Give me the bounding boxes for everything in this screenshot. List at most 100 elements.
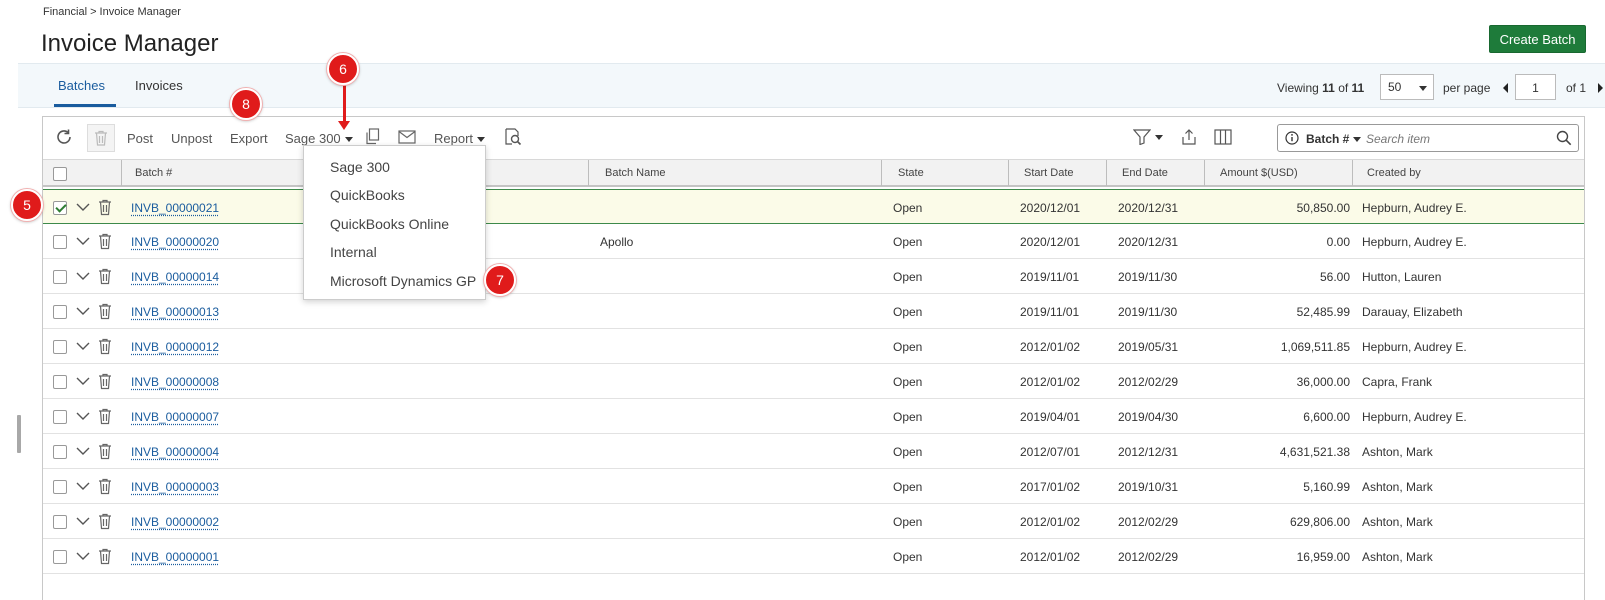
expand-row-icon[interactable] — [76, 201, 90, 215]
next-page-icon[interactable] — [1598, 83, 1603, 93]
row-checkbox[interactable] — [53, 480, 67, 494]
tab-invoices[interactable]: Invoices — [135, 78, 183, 93]
row-checkbox[interactable] — [53, 410, 67, 424]
created-by-cell: Ashton, Mark — [1362, 480, 1433, 494]
delete-row-icon[interactable] — [98, 513, 112, 533]
column-divider — [121, 160, 122, 186]
upload-icon[interactable] — [1177, 125, 1201, 149]
search-input[interactable] — [1366, 130, 1546, 147]
table-row[interactable]: INVB_00000004 Open 2012/07/01 2012/12/31 4,6… — [43, 434, 1584, 469]
table-row[interactable]: INVB_00000013 Open 2019/11/01 2019/11/30 52,… — [43, 294, 1584, 329]
delete-row-icon[interactable] — [98, 408, 112, 428]
batch-link[interactable]: INVB_00000012 — [131, 340, 219, 354]
filter-dropdown[interactable] — [1131, 125, 1165, 149]
column-header-end-date[interactable]: End Date — [1122, 167, 1168, 179]
delete-row-icon[interactable] — [98, 303, 112, 323]
expand-row-icon[interactable] — [76, 235, 90, 249]
delete-row-icon[interactable] — [98, 233, 112, 253]
report-dropdown[interactable]: Report — [434, 131, 486, 146]
breadcrumb[interactable]: Financial > Invoice Manager — [43, 6, 181, 18]
created-by-cell: Hepburn, Audrey E. — [1362, 201, 1467, 215]
sidebar-collapse-handle[interactable] — [17, 415, 21, 453]
batch-link[interactable]: INVB_00000007 — [131, 410, 219, 424]
row-checkbox[interactable] — [53, 201, 67, 215]
column-header-batch-name[interactable]: Batch Name — [605, 167, 666, 179]
expand-row-icon[interactable] — [76, 445, 90, 459]
menu-item-internal[interactable]: Internal — [330, 244, 377, 260]
row-checkbox[interactable] — [53, 375, 67, 389]
batch-link[interactable]: INVB_00000014 — [131, 270, 219, 284]
table-row[interactable]: INVB_00000008 Open 2012/01/02 2012/02/29 36,… — [43, 364, 1584, 399]
expand-row-icon[interactable] — [76, 305, 90, 319]
menu-item-quickbooks-online[interactable]: QuickBooks Online — [330, 216, 449, 232]
table-row[interactable]: INVB_00000014 Open 2019/11/01 2019/11/30 56.… — [43, 259, 1584, 294]
active-tab-indicator — [54, 104, 116, 107]
menu-item-microsoft-dynamics-gp[interactable]: Microsoft Dynamics GP — [330, 273, 476, 289]
table-row[interactable]: INVB_00000020 Apollo Open 2020/12/01 2020/12… — [43, 224, 1584, 259]
info-icon[interactable] — [1285, 131, 1299, 148]
batch-link[interactable]: INVB_00000002 — [131, 515, 219, 529]
expand-row-icon[interactable] — [76, 270, 90, 284]
export-target-dropdown[interactable]: Sage 300 — [285, 131, 353, 146]
column-header-amount[interactable]: Amount $(USD) — [1220, 167, 1298, 179]
row-checkbox[interactable] — [53, 445, 67, 459]
row-checkbox[interactable] — [53, 270, 67, 284]
delete-row-icon[interactable] — [98, 373, 112, 393]
tab-batches[interactable]: Batches — [58, 78, 105, 93]
row-checkbox[interactable] — [53, 515, 67, 529]
delete-row-icon[interactable] — [98, 443, 112, 463]
batch-link[interactable]: INVB_00000003 — [131, 480, 219, 494]
page-number-input[interactable]: 1 — [1515, 74, 1556, 100]
state-cell: Open — [893, 201, 923, 215]
batch-link[interactable]: INVB_00000004 — [131, 445, 219, 459]
delete-row-icon[interactable] — [98, 548, 112, 568]
batch-link[interactable]: INVB_00000021 — [131, 201, 219, 215]
table-row[interactable]: INVB_00000012 Open 2012/01/02 2019/05/31 1,0… — [43, 329, 1584, 364]
per-page-select[interactable]: 50 — [1380, 74, 1434, 100]
menu-item-sage-300[interactable]: Sage 300 — [330, 159, 390, 175]
column-header-start-date[interactable]: Start Date — [1024, 167, 1074, 179]
delete-row-icon[interactable] — [98, 338, 112, 358]
expand-row-icon[interactable] — [76, 410, 90, 424]
batch-link[interactable]: INVB_00000020 — [131, 235, 219, 249]
table-row[interactable]: INVB_00000021 Open 2020/12/01 2020/12/31 50,… — [43, 189, 1584, 224]
row-checkbox[interactable] — [53, 305, 67, 319]
batch-link[interactable]: INVB_00000001 — [131, 550, 219, 564]
delete-row-icon[interactable] — [98, 199, 112, 219]
table-row[interactable]: INVB_00000001 Open 2012/01/02 2012/02/29 16,… — [43, 539, 1584, 574]
expand-row-icon[interactable] — [76, 375, 90, 389]
expand-row-icon[interactable] — [76, 515, 90, 529]
batch-link[interactable]: INVB_00000013 — [131, 305, 219, 319]
row-checkbox[interactable] — [53, 340, 67, 354]
column-header-created-by[interactable]: Created by — [1367, 167, 1421, 179]
previous-page-icon[interactable] — [1503, 83, 1508, 93]
expand-row-icon[interactable] — [76, 550, 90, 564]
search-field-select[interactable]: Batch # — [1306, 132, 1362, 146]
search-icon[interactable] — [1556, 130, 1572, 149]
unpost-button[interactable]: Unpost — [171, 131, 212, 146]
callout-8: 8 — [230, 88, 262, 120]
refresh-icon[interactable] — [52, 125, 76, 149]
menu-item-quickbooks[interactable]: QuickBooks — [330, 187, 405, 203]
expand-row-icon[interactable] — [76, 480, 90, 494]
row-checkbox[interactable] — [53, 235, 67, 249]
chevron-down-icon — [477, 137, 486, 143]
post-button[interactable]: Post — [127, 131, 153, 146]
table-row[interactable]: INVB_00000002 Open 2012/01/02 2012/02/29 629… — [43, 504, 1584, 539]
columns-icon[interactable] — [1211, 125, 1235, 149]
table-row[interactable]: INVB_00000007 Open 2019/04/01 2019/04/30 6,6… — [43, 399, 1584, 434]
delete-row-icon[interactable] — [98, 478, 112, 498]
export-button[interactable]: Export — [230, 131, 268, 146]
column-header-batch[interactable]: Batch # — [135, 167, 172, 179]
page-count: of 1 — [1566, 81, 1587, 95]
delete-row-icon[interactable] — [98, 268, 112, 288]
preview-search-icon[interactable] — [501, 125, 525, 149]
row-checkbox[interactable] — [53, 550, 67, 564]
column-header-state[interactable]: State — [898, 167, 924, 179]
expand-row-icon[interactable] — [76, 340, 90, 354]
create-batch-button[interactable]: Create Batch — [1489, 25, 1586, 53]
select-all-checkbox[interactable] — [53, 167, 67, 181]
delete-button[interactable] — [87, 124, 115, 152]
batch-link[interactable]: INVB_00000008 — [131, 375, 219, 389]
table-row[interactable]: INVB_00000003 Open 2017/01/02 2019/10/31 5,1… — [43, 469, 1584, 504]
